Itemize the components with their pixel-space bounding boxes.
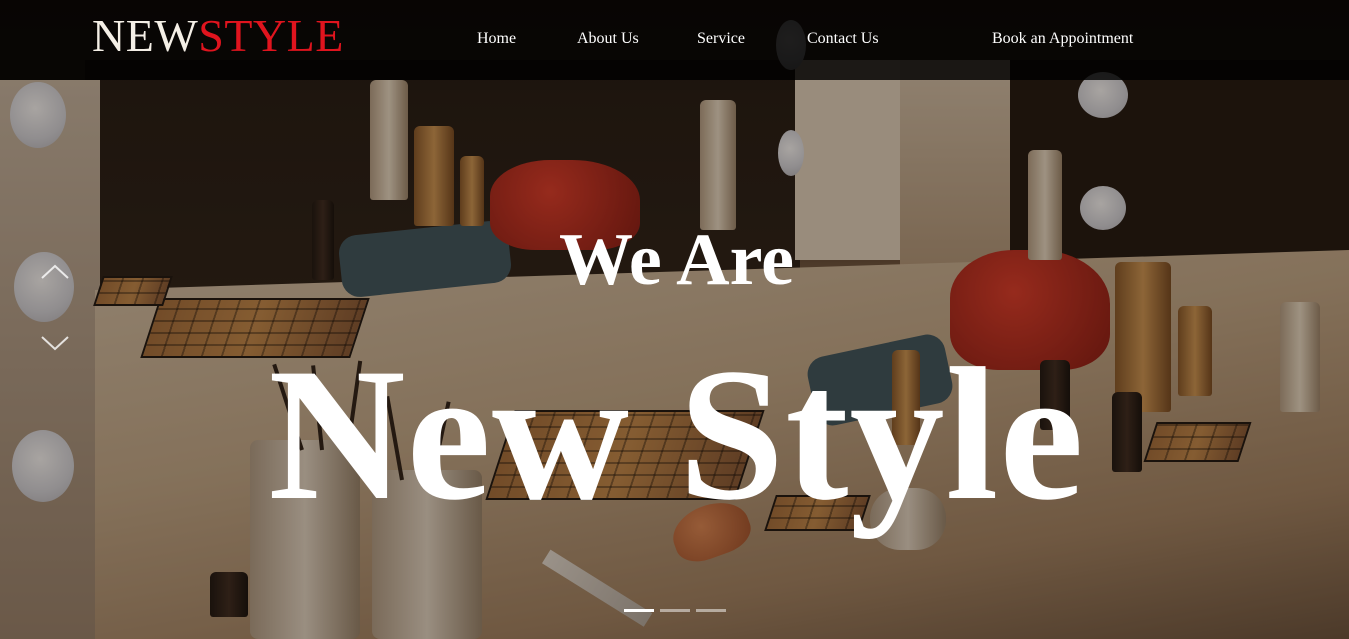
nav-link-about-us[interactable]: About Us — [577, 29, 639, 49]
book-appointment-link[interactable]: Book an Appointment — [992, 29, 1133, 49]
nav-link-home[interactable]: Home — [477, 29, 516, 49]
slide-indicator-3[interactable] — [696, 609, 726, 612]
logo-text-new: NEW — [92, 10, 199, 61]
nav-link-service[interactable]: Service — [697, 29, 745, 49]
nav-link-contact-us[interactable]: Contact Us — [807, 29, 879, 49]
slider-indicators — [624, 609, 728, 615]
slider-prev-button[interactable] — [40, 262, 70, 282]
hero-overlay — [0, 0, 1349, 639]
brand-logo[interactable]: NEWSTYLE — [92, 10, 344, 62]
logo-text-style: STYLE — [198, 10, 344, 61]
navbar: NEWSTYLE Home About Us Service Contact U… — [0, 0, 1349, 80]
hero-background — [0, 0, 1349, 639]
slider-next-button[interactable] — [40, 333, 70, 353]
hero-heading: New Style — [268, 330, 1085, 540]
slide-indicator-2[interactable] — [660, 609, 690, 612]
chevron-down-icon — [41, 336, 69, 351]
slide-indicator-1[interactable] — [624, 609, 654, 612]
hero-subheading: We Are — [559, 219, 794, 301]
chevron-up-icon — [41, 264, 69, 279]
